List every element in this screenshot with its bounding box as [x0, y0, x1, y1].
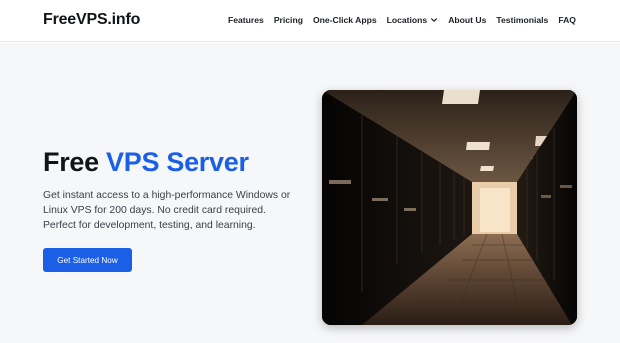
- nav-link-faq[interactable]: FAQ: [558, 15, 576, 25]
- site-header: FreeVPS.info Features Pricing One-Click …: [0, 0, 620, 42]
- nav-link-one-click-apps[interactable]: One-Click Apps: [313, 15, 377, 25]
- nav-link-testimonials[interactable]: Testimonials: [496, 15, 548, 25]
- server-room-photo-icon: [322, 90, 577, 325]
- hero-headline-vps-server: VPS Server: [106, 147, 249, 177]
- site-logo[interactable]: FreeVPS.info: [43, 11, 140, 29]
- hero-headline-free: Free: [43, 147, 99, 177]
- get-started-button[interactable]: Get Started Now: [43, 248, 132, 272]
- nav-link-pricing[interactable]: Pricing: [274, 15, 303, 25]
- chevron-down-icon: [431, 18, 438, 22]
- hero-headline: Free VPS Server: [43, 145, 249, 179]
- server-room-image: [322, 90, 577, 325]
- hero-description: Get instant access to a high-performance…: [43, 190, 291, 231]
- nav-link-about-us[interactable]: About Us: [448, 15, 486, 25]
- nav-link-locations[interactable]: Locations: [387, 15, 439, 25]
- main-nav: Features Pricing One-Click Apps Location…: [228, 15, 576, 25]
- nav-link-features[interactable]: Features: [228, 15, 264, 25]
- nav-link-locations-label: Locations: [386, 15, 428, 25]
